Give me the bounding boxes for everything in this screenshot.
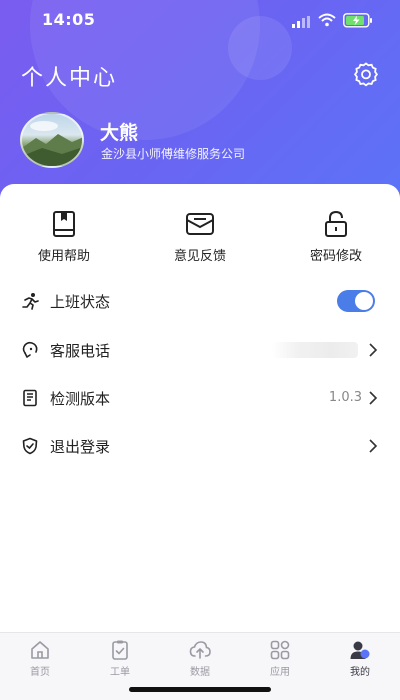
tab-mine[interactable]: 我的 <box>320 639 400 678</box>
service-phone-label: 客服电话 <box>50 342 111 360</box>
tab-home[interactable]: 首页 <box>0 639 80 678</box>
help-label: 使用帮助 <box>37 249 90 264</box>
work-status-row: 上班状态 <box>0 279 400 323</box>
tab-data-label: 数据 <box>190 667 210 678</box>
check-version-label: 检测版本 <box>50 390 111 408</box>
clipboard-icon <box>112 640 128 660</box>
cloud-upload-icon <box>189 641 211 659</box>
home-indicator[interactable] <box>129 687 271 692</box>
version-icon <box>23 389 37 407</box>
tab-data[interactable]: 数据 <box>160 639 240 678</box>
company-name: 金沙县小师傅维修服务公司 <box>101 147 246 161</box>
tab-home-label: 首页 <box>30 667 50 678</box>
user-icon <box>350 641 370 659</box>
profile-header: 14:05 个人中心 大熊 金沙县小师傅维修服务公司 <box>0 0 400 215</box>
tab-mine-label: 我的 <box>350 667 370 678</box>
feedback-label: 意见反馈 <box>173 249 226 264</box>
shield-icon <box>22 437 38 455</box>
tab-apps-label: 应用 <box>270 667 290 678</box>
book-icon <box>53 211 75 237</box>
logout-label: 退出登录 <box>50 438 111 456</box>
mail-icon <box>186 213 214 235</box>
change-password-button[interactable]: 密码修改 <box>276 210 396 264</box>
signal-icon <box>292 16 310 28</box>
toggle-knob <box>355 292 373 310</box>
feedback-button[interactable]: 意见反馈 <box>140 210 260 264</box>
chevron-right-icon <box>369 391 378 405</box>
version-number: 1.0.3 <box>328 390 362 405</box>
wifi-icon <box>318 13 336 27</box>
running-person-icon <box>22 293 39 310</box>
page-title: 个人中心 <box>21 66 118 91</box>
grid-icon <box>270 640 290 660</box>
tab-apps[interactable]: 应用 <box>240 639 320 678</box>
avatar-landscape-image <box>22 121 82 166</box>
battery-charging-icon <box>343 13 372 28</box>
tab-work-orders-label: 工单 <box>110 667 130 678</box>
help-button[interactable]: 使用帮助 <box>4 210 124 264</box>
chevron-right-icon <box>369 439 378 453</box>
home-icon <box>31 641 49 659</box>
check-version-row[interactable]: 检测版本 1.0.3 <box>0 376 400 420</box>
user-name: 大熊 <box>100 122 139 144</box>
redacted-phone-number <box>272 342 358 358</box>
status-time: 14:05 <box>42 10 96 29</box>
settings-gear-icon[interactable] <box>353 61 379 87</box>
chevron-right-icon <box>369 343 378 357</box>
work-status-toggle[interactable] <box>337 290 375 312</box>
avatar[interactable] <box>20 112 84 168</box>
lock-icon <box>325 210 347 237</box>
tab-work-orders[interactable]: 工单 <box>80 639 160 678</box>
logout-row[interactable]: 退出登录 <box>0 424 400 468</box>
status-bar: 14:05 <box>0 0 400 44</box>
work-status-label: 上班状态 <box>50 293 111 311</box>
service-phone-row[interactable]: 客服电话 <box>0 328 400 372</box>
phone-icon <box>22 341 38 358</box>
change-password-label: 密码修改 <box>309 249 362 264</box>
